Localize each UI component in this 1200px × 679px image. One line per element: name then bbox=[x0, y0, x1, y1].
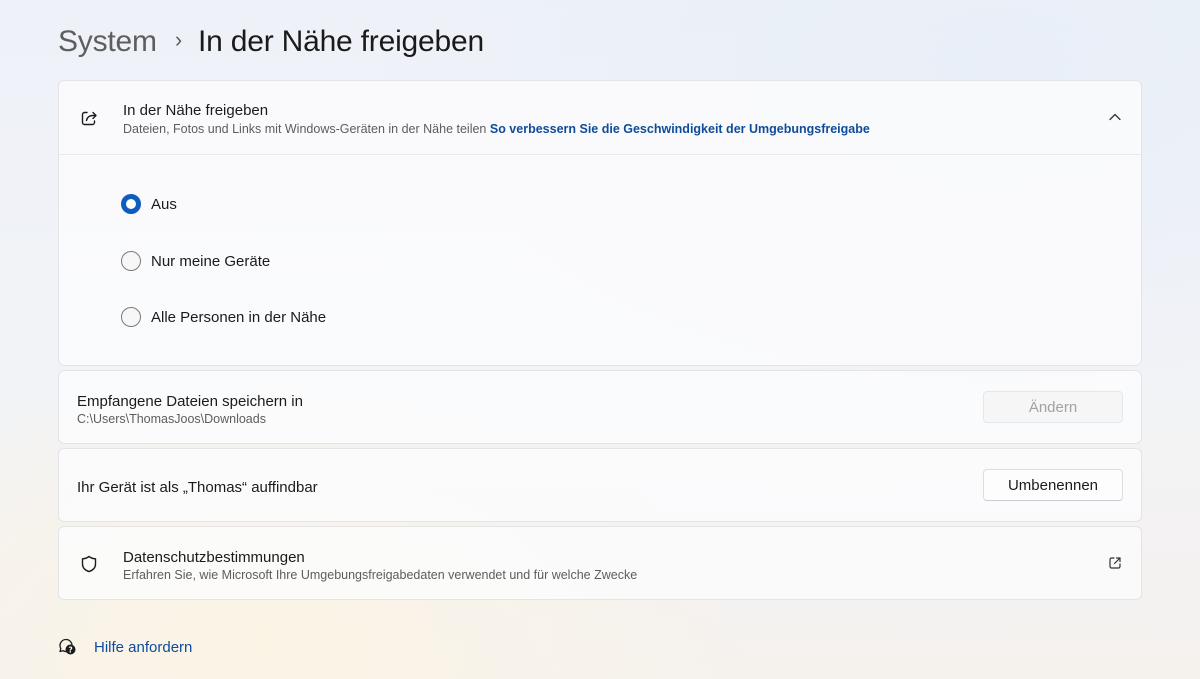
rename-button[interactable]: Umbenennen bbox=[983, 469, 1123, 501]
save-location-card: Empfangene Dateien speichern in C:\Users… bbox=[58, 370, 1142, 444]
radio-option-off[interactable]: Aus bbox=[121, 192, 177, 216]
save-location-title: Empfangene Dateien speichern in bbox=[77, 393, 303, 410]
nearby-sharing-subtitle: Dateien, Fotos und Links mit Windows-Ger… bbox=[123, 122, 870, 136]
speed-improvement-link[interactable]: So verbessern Sie die Geschwindigkeit de… bbox=[490, 122, 870, 136]
privacy-subtitle: Erfahren Sie, wie Microsoft Ihre Umgebun… bbox=[123, 568, 638, 582]
shield-icon bbox=[79, 554, 99, 574]
radio-button[interactable] bbox=[121, 307, 141, 327]
svg-text:?: ? bbox=[68, 645, 72, 654]
privacy-title: Datenschutzbestimmungen bbox=[123, 549, 305, 566]
change-button[interactable]: Ändern bbox=[983, 391, 1123, 423]
nearby-sharing-header[interactable]: In der Nähe freigeben Dateien, Fotos und… bbox=[59, 81, 1141, 155]
breadcrumb-system-link[interactable]: System bbox=[58, 25, 157, 59]
help-chat-icon: ? bbox=[58, 637, 78, 657]
external-link-icon[interactable] bbox=[1107, 555, 1123, 571]
nearby-sharing-card: In der Nähe freigeben Dateien, Fotos und… bbox=[58, 80, 1142, 366]
nearby-sharing-description: Dateien, Fotos und Links mit Windows-Ger… bbox=[123, 122, 487, 136]
get-help-label: Hilfe anfordern bbox=[94, 638, 193, 656]
radio-label: Aus bbox=[151, 195, 177, 213]
nearby-sharing-title: In der Nähe freigeben bbox=[123, 102, 269, 119]
privacy-card[interactable]: Datenschutzbestimmungen Erfahren Sie, wi… bbox=[58, 526, 1142, 600]
radio-label: Nur meine Geräte bbox=[151, 252, 271, 270]
save-location-path: C:\Users\ThomasJoos\Downloads bbox=[77, 412, 266, 426]
breadcrumb-separator: › bbox=[174, 27, 182, 52]
radio-label: Alle Personen in der Nähe bbox=[151, 308, 327, 326]
radio-button-checked[interactable] bbox=[121, 194, 141, 214]
radio-option-everyone[interactable]: Alle Personen in der Nähe bbox=[121, 305, 326, 329]
get-help-link[interactable]: ? Hilfe anfordern bbox=[58, 636, 192, 658]
breadcrumb: System › In der Nähe freigeben bbox=[58, 22, 484, 62]
chevron-up-icon[interactable] bbox=[1107, 109, 1123, 125]
device-name-title: Ihr Gerät ist als „Thomas“ auffindbar bbox=[77, 479, 318, 496]
share-icon bbox=[79, 108, 99, 128]
page-title: In der Nähe freigeben bbox=[197, 25, 484, 58]
radio-button[interactable] bbox=[121, 251, 141, 271]
radio-option-my-devices[interactable]: Nur meine Geräte bbox=[121, 249, 270, 273]
device-name-card: Ihr Gerät ist als „Thomas“ auffindbar Um… bbox=[58, 448, 1142, 522]
